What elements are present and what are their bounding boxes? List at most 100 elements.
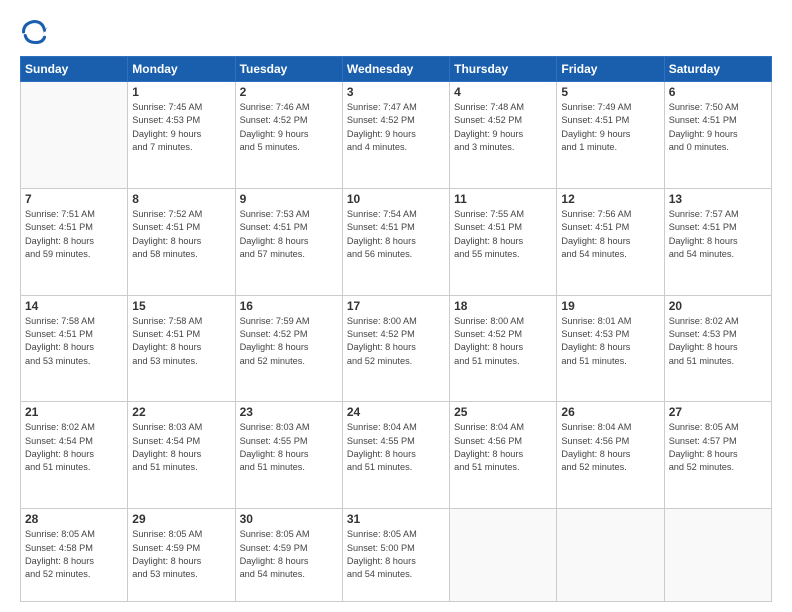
day-number: 11 [454,192,552,206]
day-number: 12 [561,192,659,206]
day-info: Sunrise: 8:05 AM Sunset: 4:58 PM Dayligh… [25,528,123,581]
day-info: Sunrise: 8:03 AM Sunset: 4:54 PM Dayligh… [132,421,230,474]
day-info: Sunrise: 7:53 AM Sunset: 4:51 PM Dayligh… [240,208,338,261]
calendar-cell: 4 Sunrise: 7:48 AM Sunset: 4:52 PM Daylig… [450,82,557,189]
day-info: Sunrise: 7:58 AM Sunset: 4:51 PM Dayligh… [132,315,230,368]
day-info: Sunrise: 7:51 AM Sunset: 4:51 PM Dayligh… [25,208,123,261]
calendar-cell: 1Sunrise: 7:45 AM Sunset: 4:53 PM Daylig… [128,82,235,189]
calendar-cell: 5Sunrise: 7:49 AM Sunset: 4:51 PM Daylig… [557,82,664,189]
day-number: 31 [347,512,445,526]
day-number: 7 [25,192,123,206]
day-number: 21 [25,405,123,419]
day-info: Sunrise: 8:00 AM Sunset: 4:52 PM Dayligh… [347,315,445,368]
weekday-header-saturday: Saturday [664,57,771,82]
calendar-cell [664,509,771,602]
day-number: 8 [132,192,230,206]
day-number: 25 [454,405,552,419]
day-info: Sunrise: 7:54 AM Sunset: 4:51 PM Dayligh… [347,208,445,261]
logo [20,18,50,46]
calendar-cell: 3 Sunrise: 7:47 AM Sunset: 4:52 PM Daylig… [342,82,449,189]
day-info: Sunrise: 8:05 AM Sunset: 5:00 PM Dayligh… [347,528,445,581]
day-number: 26 [561,405,659,419]
day-number: 24 [347,405,445,419]
day-info: Sunrise: 7:46 AM Sunset: 4:52 PM Dayligh… [240,101,338,154]
calendar-week-3: 14 Sunrise: 7:58 AM Sunset: 4:51 PM Dayli… [21,295,772,402]
calendar-cell: 29Sunrise: 8:05 AM Sunset: 4:59 PM Dayli… [128,509,235,602]
calendar-cell: 21 Sunrise: 8:02 AM Sunset: 4:54 PM Dayli… [21,402,128,509]
calendar-cell: 26 Sunrise: 8:04 AM Sunset: 4:56 PM Dayli… [557,402,664,509]
calendar-cell: 15 Sunrise: 7:58 AM Sunset: 4:51 PM Dayli… [128,295,235,402]
day-number: 14 [25,299,123,313]
day-info: Sunrise: 8:02 AM Sunset: 4:54 PM Dayligh… [25,421,123,474]
day-number: 3 [347,85,445,99]
weekday-header-sunday: Sunday [21,57,128,82]
calendar-cell: 25 Sunrise: 8:04 AM Sunset: 4:56 PM Dayli… [450,402,557,509]
day-number: 16 [240,299,338,313]
calendar-cell: 17 Sunrise: 8:00 AM Sunset: 4:52 PM Dayli… [342,295,449,402]
calendar-cell: 7 Sunrise: 7:51 AM Sunset: 4:51 PM Daylig… [21,188,128,295]
calendar-cell: 28 Sunrise: 8:05 AM Sunset: 4:58 PM Dayli… [21,509,128,602]
calendar-cell: 8 Sunrise: 7:52 AM Sunset: 4:51 PM Daylig… [128,188,235,295]
day-info: Sunrise: 8:03 AM Sunset: 4:55 PM Dayligh… [240,421,338,474]
day-info: Sunrise: 8:04 AM Sunset: 4:56 PM Dayligh… [561,421,659,474]
day-info: Sunrise: 7:56 AM Sunset: 4:51 PM Dayligh… [561,208,659,261]
page: SundayMondayTuesdayWednesdayThursdayFrid… [0,0,792,612]
calendar-cell: 31 Sunrise: 8:05 AM Sunset: 5:00 PM Dayli… [342,509,449,602]
day-number: 17 [347,299,445,313]
weekday-header-tuesday: Tuesday [235,57,342,82]
day-number: 27 [669,405,767,419]
day-number: 1 [132,85,230,99]
calendar-cell: 18Sunrise: 8:00 AM Sunset: 4:52 PM Dayli… [450,295,557,402]
calendar-cell [21,82,128,189]
calendar-cell: 13Sunrise: 7:57 AM Sunset: 4:51 PM Dayli… [664,188,771,295]
day-number: 22 [132,405,230,419]
day-number: 2 [240,85,338,99]
day-number: 28 [25,512,123,526]
day-info: Sunrise: 7:59 AM Sunset: 4:52 PM Dayligh… [240,315,338,368]
calendar-cell: 20Sunrise: 8:02 AM Sunset: 4:53 PM Dayli… [664,295,771,402]
calendar-week-2: 7 Sunrise: 7:51 AM Sunset: 4:51 PM Daylig… [21,188,772,295]
day-info: Sunrise: 8:04 AM Sunset: 4:55 PM Dayligh… [347,421,445,474]
calendar-cell: 22 Sunrise: 8:03 AM Sunset: 4:54 PM Dayli… [128,402,235,509]
calendar-cell: 11Sunrise: 7:55 AM Sunset: 4:51 PM Dayli… [450,188,557,295]
day-number: 10 [347,192,445,206]
day-number: 9 [240,192,338,206]
calendar-cell: 30 Sunrise: 8:05 AM Sunset: 4:59 PM Dayli… [235,509,342,602]
weekday-header-row: SundayMondayTuesdayWednesdayThursdayFrid… [21,57,772,82]
day-number: 30 [240,512,338,526]
calendar-table: SundayMondayTuesdayWednesdayThursdayFrid… [20,56,772,602]
weekday-header-thursday: Thursday [450,57,557,82]
day-info: Sunrise: 8:01 AM Sunset: 4:53 PM Dayligh… [561,315,659,368]
day-number: 20 [669,299,767,313]
calendar-cell: 10 Sunrise: 7:54 AM Sunset: 4:51 PM Dayli… [342,188,449,295]
calendar-cell: 6Sunrise: 7:50 AM Sunset: 4:51 PM Daylig… [664,82,771,189]
calendar-cell: 14Sunrise: 7:58 AM Sunset: 4:51 PM Dayli… [21,295,128,402]
day-info: Sunrise: 7:52 AM Sunset: 4:51 PM Dayligh… [132,208,230,261]
weekday-header-wednesday: Wednesday [342,57,449,82]
weekday-header-friday: Friday [557,57,664,82]
day-info: Sunrise: 8:04 AM Sunset: 4:56 PM Dayligh… [454,421,552,474]
day-number: 4 [454,85,552,99]
day-number: 15 [132,299,230,313]
logo-icon [20,18,48,46]
calendar-cell: 16 Sunrise: 7:59 AM Sunset: 4:52 PM Dayli… [235,295,342,402]
day-info: Sunrise: 7:49 AM Sunset: 4:51 PM Dayligh… [561,101,659,154]
calendar-cell: 19 Sunrise: 8:01 AM Sunset: 4:53 PM Dayli… [557,295,664,402]
day-info: Sunrise: 7:48 AM Sunset: 4:52 PM Dayligh… [454,101,552,154]
day-info: Sunrise: 8:05 AM Sunset: 4:57 PM Dayligh… [669,421,767,474]
day-info: Sunrise: 7:50 AM Sunset: 4:51 PM Dayligh… [669,101,767,154]
calendar-cell: 27 Sunrise: 8:05 AM Sunset: 4:57 PM Dayli… [664,402,771,509]
day-info: Sunrise: 8:05 AM Sunset: 4:59 PM Dayligh… [240,528,338,581]
day-info: Sunrise: 7:47 AM Sunset: 4:52 PM Dayligh… [347,101,445,154]
calendar-cell: 24 Sunrise: 8:04 AM Sunset: 4:55 PM Dayli… [342,402,449,509]
calendar-week-1: 1Sunrise: 7:45 AM Sunset: 4:53 PM Daylig… [21,82,772,189]
calendar-cell: 9 Sunrise: 7:53 AM Sunset: 4:51 PM Daylig… [235,188,342,295]
calendar-cell [450,509,557,602]
day-number: 23 [240,405,338,419]
day-info: Sunrise: 8:00 AM Sunset: 4:52 PM Dayligh… [454,315,552,368]
day-number: 19 [561,299,659,313]
calendar-cell: 12 Sunrise: 7:56 AM Sunset: 4:51 PM Dayli… [557,188,664,295]
calendar-cell: 2 Sunrise: 7:46 AM Sunset: 4:52 PM Daylig… [235,82,342,189]
day-info: Sunrise: 7:57 AM Sunset: 4:51 PM Dayligh… [669,208,767,261]
calendar-week-5: 28 Sunrise: 8:05 AM Sunset: 4:58 PM Dayli… [21,509,772,602]
